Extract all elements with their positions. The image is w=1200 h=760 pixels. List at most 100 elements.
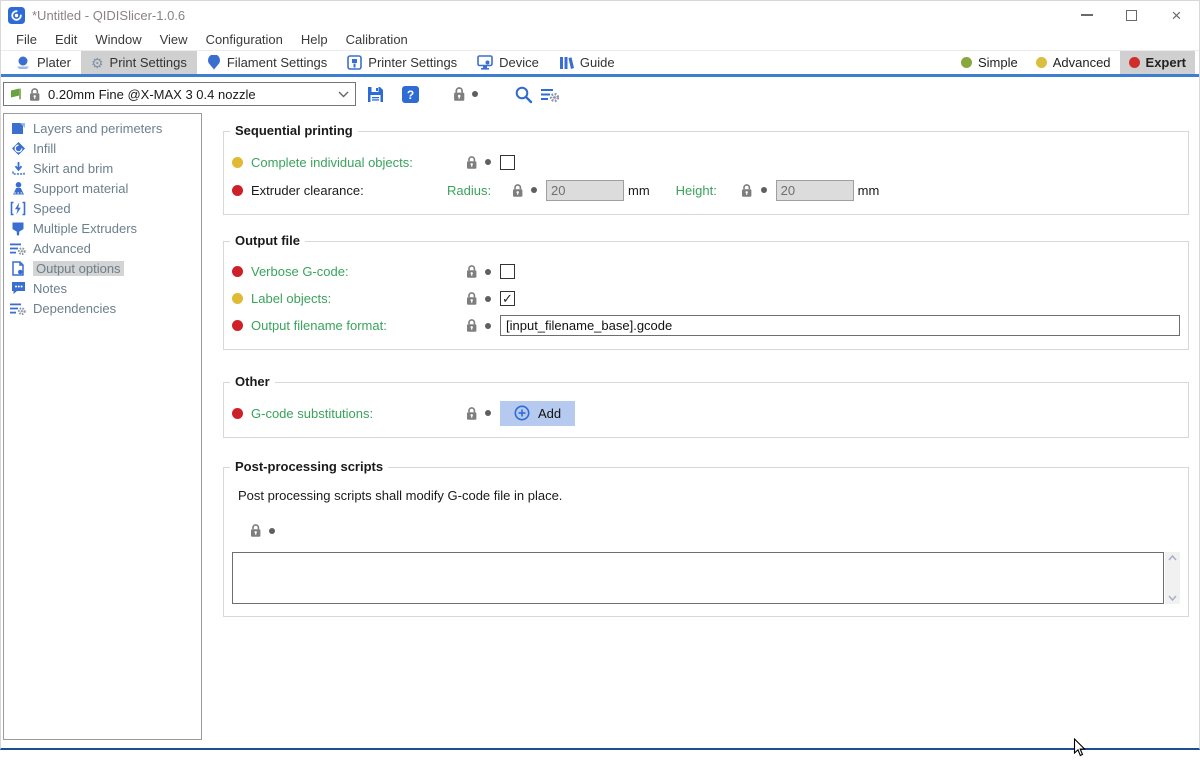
app-icon bbox=[8, 7, 25, 24]
sidebar-item-advanced[interactable]: Advanced bbox=[4, 238, 201, 258]
mode-expert[interactable]: Expert bbox=[1120, 51, 1195, 74]
sidebar-item-dependencies[interactable]: Dependencies bbox=[4, 298, 201, 318]
radius-label: Radius: bbox=[447, 183, 510, 198]
advanced-dot-icon bbox=[1036, 57, 1047, 68]
section-title: Sequential printing bbox=[230, 123, 358, 138]
reset-dot[interactable] bbox=[485, 296, 491, 302]
tab-label: Filament Settings bbox=[227, 55, 327, 70]
sidebar-item-support-material[interactable]: Support material bbox=[4, 178, 201, 198]
sidebar-item-label: Speed bbox=[33, 201, 71, 216]
lock-icon[interactable] bbox=[464, 406, 478, 421]
tab-plater[interactable]: Plater bbox=[5, 51, 81, 74]
reset-dot[interactable] bbox=[269, 528, 275, 534]
tab-label: Plater bbox=[37, 55, 71, 70]
sidebar-item-label: Layers and perimeters bbox=[33, 121, 162, 136]
radius-unit: mm bbox=[628, 183, 650, 198]
search-button[interactable] bbox=[514, 85, 533, 104]
post-processing-description: Post processing scripts shall modify G-c… bbox=[238, 488, 1180, 503]
compare-presets-button[interactable] bbox=[541, 86, 560, 103]
setting-label: G-code substitutions: bbox=[251, 406, 373, 421]
sidebar-item-multiple-extruders[interactable]: Multiple Extruders bbox=[4, 218, 201, 238]
menu-view[interactable]: View bbox=[151, 32, 197, 47]
svg-text:?: ? bbox=[407, 88, 414, 102]
settings-page: Sequential printing Complete individual … bbox=[223, 113, 1189, 617]
height-input[interactable] bbox=[776, 180, 854, 201]
lock-icon[interactable] bbox=[248, 523, 262, 538]
menu-calibration[interactable]: Calibration bbox=[337, 32, 417, 47]
output-filename-format-input[interactable] bbox=[500, 315, 1180, 336]
mode-simple[interactable]: Simple bbox=[952, 51, 1027, 74]
tab-print-settings[interactable]: ⚙ Print Settings bbox=[81, 51, 197, 74]
maximize-button[interactable] bbox=[1109, 1, 1154, 29]
lock-icon[interactable] bbox=[464, 264, 478, 279]
mode-label: Expert bbox=[1146, 55, 1186, 70]
menu-bar: File Edit Window View Configuration Help… bbox=[1, 29, 1199, 51]
menu-help[interactable]: Help bbox=[292, 32, 337, 47]
mode-advanced[interactable]: Advanced bbox=[1027, 51, 1120, 74]
add-substitution-button[interactable]: Add bbox=[500, 401, 575, 426]
preset-toolbar: 0.20mm Fine @X-MAX 3 0.4 nozzle ? bbox=[1, 77, 1199, 111]
main-area: Layers and perimeters Infill Skirt and b… bbox=[1, 111, 1199, 751]
output-options-icon bbox=[10, 261, 26, 276]
lock-icon[interactable] bbox=[464, 155, 478, 170]
plus-circle-icon bbox=[514, 405, 530, 421]
mouse-cursor bbox=[1073, 738, 1086, 760]
reset-dot[interactable] bbox=[485, 323, 491, 329]
complete-individual-objects-checkbox[interactable] bbox=[500, 155, 515, 170]
menu-window[interactable]: Window bbox=[86, 32, 150, 47]
scroll-up-icon[interactable] bbox=[1168, 555, 1177, 561]
radius-input[interactable] bbox=[546, 180, 624, 201]
lock-icon[interactable] bbox=[740, 183, 754, 198]
tab-filament-settings[interactable]: Filament Settings bbox=[197, 51, 337, 74]
lock-icon[interactable] bbox=[510, 183, 524, 198]
post-processing-scripts-textarea[interactable] bbox=[232, 552, 1164, 604]
reset-dot[interactable] bbox=[485, 410, 491, 416]
sidebar-item-infill[interactable]: Infill bbox=[4, 138, 201, 158]
label-objects-checkbox[interactable]: ✓ bbox=[500, 291, 515, 306]
preset-dropdown[interactable]: 0.20mm Fine @X-MAX 3 0.4 nozzle bbox=[3, 82, 356, 106]
lock-icon[interactable] bbox=[464, 291, 478, 306]
reset-dot[interactable] bbox=[761, 187, 767, 193]
reset-dot[interactable] bbox=[485, 269, 491, 275]
guide-icon bbox=[559, 55, 574, 70]
title-bar: *Untitled - QIDISlicer-1.0.6 × bbox=[1, 1, 1199, 29]
tab-bar: Plater ⚙ Print Settings Filament Setting… bbox=[1, 51, 1199, 77]
verbose-gcode-checkbox[interactable] bbox=[500, 264, 515, 279]
section-post-processing-scripts: Post-processing scripts Post processing … bbox=[223, 467, 1189, 617]
tab-guide[interactable]: Guide bbox=[549, 51, 625, 74]
infill-icon bbox=[10, 141, 26, 156]
printer-icon bbox=[347, 55, 362, 70]
minimize-button[interactable] bbox=[1064, 1, 1109, 29]
tab-device[interactable]: Device bbox=[467, 51, 549, 74]
setting-row-gcode-substitutions: G-code substitutions: Add bbox=[232, 399, 1180, 427]
lock-icon[interactable] bbox=[452, 86, 466, 102]
save-preset-button[interactable] bbox=[366, 85, 385, 104]
sidebar-item-label: Dependencies bbox=[33, 301, 116, 316]
post-processing-lock-row bbox=[248, 523, 1180, 538]
lock-icon[interactable] bbox=[464, 318, 478, 333]
reset-dot[interactable] bbox=[472, 91, 478, 97]
menu-configuration[interactable]: Configuration bbox=[197, 32, 292, 47]
expert-bullet-icon bbox=[232, 320, 243, 331]
scroll-down-icon[interactable] bbox=[1168, 595, 1177, 601]
menu-file[interactable]: File bbox=[7, 32, 46, 47]
reset-dot[interactable] bbox=[485, 159, 491, 165]
reset-dot[interactable] bbox=[531, 187, 537, 193]
setting-label: Label objects: bbox=[251, 291, 331, 306]
sidebar-item-speed[interactable]: Speed bbox=[4, 198, 201, 218]
section-output-file: Output file Verbose G-code: Label object… bbox=[223, 241, 1189, 350]
close-button[interactable]: × bbox=[1154, 1, 1199, 29]
sidebar-item-layers-and-perimeters[interactable]: Layers and perimeters bbox=[4, 118, 201, 138]
sliders-gear-icon bbox=[10, 301, 26, 316]
tab-printer-settings[interactable]: Printer Settings bbox=[337, 51, 467, 74]
sliders-gear-icon bbox=[10, 241, 26, 256]
menu-edit[interactable]: Edit bbox=[46, 32, 86, 47]
help-button[interactable]: ? bbox=[402, 86, 419, 103]
sidebar-item-notes[interactable]: Notes bbox=[4, 278, 201, 298]
tab-label: Guide bbox=[580, 55, 615, 70]
sidebar-item-skirt-and-brim[interactable]: Skirt and brim bbox=[4, 158, 201, 178]
setting-row-output-filename-format: Output filename format: bbox=[232, 312, 1180, 339]
chevron-down-icon bbox=[338, 91, 349, 98]
textarea-scrollbar[interactable] bbox=[1165, 552, 1180, 604]
sidebar-item-output-options[interactable]: Output options bbox=[4, 258, 201, 278]
